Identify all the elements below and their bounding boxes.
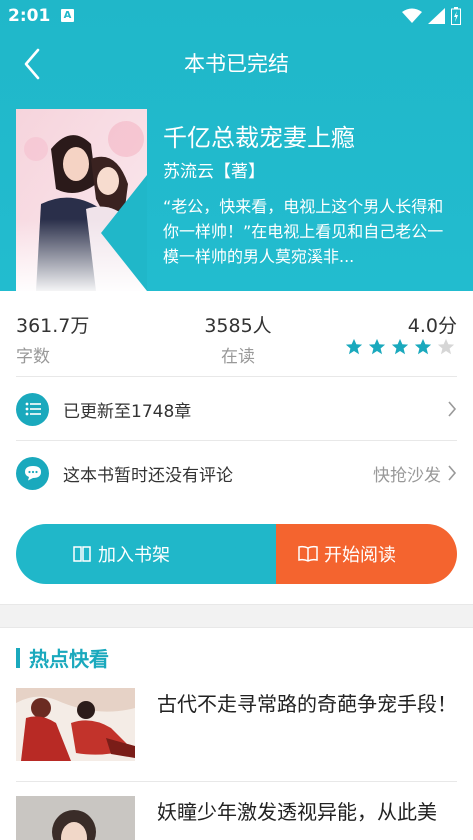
thumbnail-image bbox=[16, 796, 135, 840]
book-description[interactable]: “老公，快来看，电视上这个男人长得和你一样帅！”在电视上看见和自己老公一模一样帅… bbox=[163, 194, 459, 269]
rating-stars bbox=[345, 338, 455, 356]
word-count: 361.7万 字数 bbox=[16, 311, 89, 367]
section-gap bbox=[0, 604, 473, 628]
reader-count-value: 3585人 bbox=[204, 315, 272, 337]
star-empty-icon bbox=[437, 338, 455, 355]
list-item[interactable]: 妖瞳少年激发透视异能，从此美 bbox=[16, 796, 457, 840]
book-header: 2:01 A 本书已完结 千亿总裁宠妻上瘾 苏流云【著】 “老公，快来看，电视上… bbox=[0, 0, 473, 291]
item-title: 古代不走寻常路的奇葩争宠手段！ bbox=[157, 692, 457, 716]
star-filled-icon bbox=[345, 338, 363, 355]
book-title: 千亿总裁宠妻上瘾 bbox=[163, 124, 355, 152]
notification-icon: A bbox=[61, 9, 74, 22]
comment-action[interactable]: 快抢沙发 bbox=[373, 461, 457, 486]
reader-count: 3585人 在读 bbox=[203, 311, 273, 367]
cover-notch bbox=[101, 175, 147, 291]
comment-row[interactable]: 这本书暂时还没有评论 快抢沙发 bbox=[16, 453, 457, 493]
star-filled-icon bbox=[391, 338, 409, 355]
chapter-update-label: 已更新至1748章 bbox=[63, 401, 192, 422]
wifi-icon bbox=[402, 8, 422, 23]
chapter-row-arrow bbox=[447, 400, 457, 418]
status-time: 2:01 bbox=[8, 6, 51, 26]
book-author[interactable]: 苏流云【著】 bbox=[163, 157, 265, 182]
star-filled-icon bbox=[414, 338, 432, 355]
divider bbox=[16, 376, 457, 377]
word-count-label: 字数 bbox=[16, 347, 50, 367]
status-bar: 2:01 A bbox=[0, 0, 473, 32]
reader-count-label: 在读 bbox=[221, 347, 255, 367]
star-filled-icon bbox=[368, 338, 386, 355]
action-buttons: 开始阅读 加入书架 bbox=[16, 524, 457, 584]
section-marker bbox=[16, 647, 20, 668]
page-title: 本书已完结 bbox=[184, 52, 289, 76]
hot-section-header: 热点快看 bbox=[16, 643, 109, 672]
start-read-label: 开始阅读 bbox=[324, 545, 396, 566]
score-value: 4.0分 bbox=[407, 315, 457, 337]
add-shelf-label: 加入书架 bbox=[98, 545, 170, 566]
chapter-row[interactable]: 已更新至1748章 bbox=[16, 389, 457, 429]
signal-icon bbox=[428, 8, 445, 24]
chevron-right-icon bbox=[448, 401, 457, 417]
score: 4.0分 bbox=[408, 311, 457, 338]
divider bbox=[16, 440, 457, 441]
item-thumbnail bbox=[16, 796, 135, 840]
word-count-value: 361.7万 bbox=[16, 315, 90, 337]
thumbnail-image bbox=[16, 688, 135, 761]
comment-icon bbox=[16, 456, 49, 490]
chevron-right-icon bbox=[448, 465, 457, 481]
item-thumbnail bbox=[16, 688, 135, 761]
comment-empty-label: 这本书暂时还没有评论 bbox=[63, 465, 233, 486]
list-icon bbox=[16, 392, 49, 426]
divider bbox=[16, 781, 457, 782]
item-title: 妖瞳少年激发透视异能，从此美 bbox=[157, 800, 437, 824]
list-item[interactable]: 古代不走寻常路的奇葩争宠手段！ bbox=[16, 688, 457, 764]
comment-action-label: 快抢沙发 bbox=[373, 465, 441, 486]
button-split-shape bbox=[216, 524, 248, 584]
book-detail-screen: 2:01 A 本书已完结 千亿总裁宠妻上瘾 苏流云【著】 “老公，快来看，电视上… bbox=[0, 0, 473, 840]
battery-icon bbox=[451, 7, 461, 25]
hot-section-title: 热点快看 bbox=[29, 647, 109, 671]
open-book-icon bbox=[298, 545, 318, 562]
bookshelf-icon bbox=[73, 546, 91, 562]
status-icons bbox=[402, 7, 461, 25]
